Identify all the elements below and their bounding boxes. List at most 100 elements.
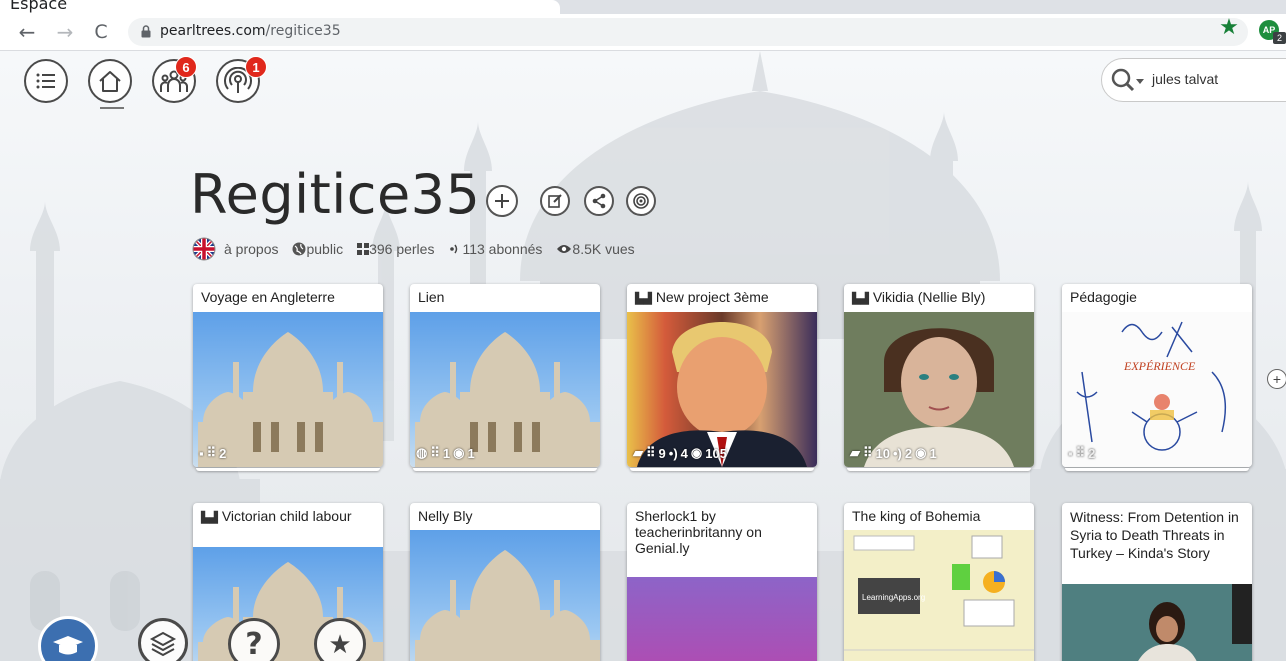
- card-stat-pearls: 2: [219, 445, 227, 461]
- add-button[interactable]: [486, 185, 518, 217]
- card-stats: ◍ ⠿ 1 ◉ 1: [416, 445, 475, 461]
- card-title: Nelly Bly: [418, 508, 473, 524]
- learningapps-label: LearningApps.org: [862, 593, 925, 602]
- layers-button[interactable]: [138, 618, 188, 661]
- learningapps-drawing: LearningApps.org: [844, 535, 1034, 651]
- bookmark-star-icon[interactable]: ★: [1217, 16, 1241, 40]
- pearltree-card[interactable]: The king of Bohemia LearningApps.org: [844, 503, 1034, 661]
- search-box[interactable]: jules talvat: [1101, 58, 1286, 102]
- card-title: Vikidia (Nellie Bly): [872, 289, 986, 305]
- star-icon: ★: [328, 628, 352, 659]
- uk-flag-icon: [192, 237, 216, 261]
- profile-meta: à propos public 396 perles 113 abonnés 8…: [192, 237, 649, 261]
- pearls-icon: ⠿: [1075, 445, 1086, 460]
- palace-image: [410, 312, 600, 467]
- about-link[interactable]: à propos: [192, 237, 278, 261]
- profile-count: 2: [1273, 32, 1286, 44]
- card-stack-edge: [1065, 468, 1249, 471]
- active-tab[interactable]: Espace: [0, 0, 560, 14]
- portrait-woman-drawing: [864, 328, 1014, 467]
- address-bar[interactable]: pearltrees.com/regitice35: [128, 18, 1248, 46]
- url-path: /regitice35: [265, 23, 341, 39]
- pearls-icon: ⠿: [863, 445, 873, 460]
- palace-image: [410, 530, 600, 661]
- signal-icon: [450, 244, 458, 254]
- home-button[interactable]: [88, 59, 132, 103]
- card-title: Victorian child labour: [221, 508, 352, 524]
- share-icon: [592, 193, 606, 209]
- edit-icon: [548, 194, 562, 208]
- pearltree-card[interactable]: Witness: From Detention in Syria to Deat…: [1062, 503, 1252, 661]
- follow-button[interactable]: [626, 186, 656, 216]
- sketch-image: EXPÉRIENCE: [1062, 312, 1252, 467]
- friends-badge: 6: [175, 56, 197, 78]
- reload-icon[interactable]: C: [88, 19, 114, 45]
- learningapps-image: LearningApps.org: [844, 530, 1034, 661]
- about-label: à propos: [224, 241, 279, 257]
- graduation-icon: ▰: [633, 445, 643, 460]
- pearltree-card[interactable]: Pédagogie EXPÉRIENCE ▪ ⠿ 2: [1062, 284, 1252, 467]
- share-button[interactable]: [584, 186, 614, 216]
- card-title: New project 3ème: [655, 289, 769, 305]
- pearltree-card[interactable]: Sherlock1 by teacherinbritanny on Genial…: [627, 503, 817, 661]
- home-active-indicator: [100, 107, 124, 109]
- page-title: Regitice35: [190, 163, 481, 226]
- pearltree-card[interactable]: Voyage en Angleterre ▪ ⠿ 2: [193, 284, 383, 467]
- graduation-icon: ▰: [850, 445, 860, 460]
- pearltree-card[interactable]: Nelly Bly: [410, 503, 600, 661]
- graduation-cap-icon: [53, 636, 83, 655]
- team-icon: ▙▟: [201, 512, 218, 524]
- followers-count: 113 abonnés: [448, 241, 542, 257]
- witness-photo-drawing: [1062, 584, 1252, 661]
- eye-icon: ◉: [915, 445, 927, 460]
- target-icon: [633, 193, 649, 209]
- url-domain: pearltrees.com: [160, 23, 266, 39]
- card-title-row: ▙▟ Vikidia (Nellie Bly): [844, 284, 1034, 306]
- globe-icon: ◍: [416, 445, 428, 460]
- pearltree-card[interactable]: ▙▟ Vikidia (Nellie Bly) ▰ ⠿ 10 •) 2 ◉ 1: [844, 284, 1034, 467]
- lock-icon: ▪: [1068, 445, 1073, 461]
- sketch-text: EXPÉRIENCE: [1123, 359, 1196, 373]
- pearls-label: 396 perles: [369, 241, 435, 257]
- favorites-button[interactable]: ★: [314, 618, 366, 661]
- help-button[interactable]: ?: [228, 618, 280, 661]
- views-label: 8.5K vues: [572, 241, 635, 257]
- browser-toolbar: ← → C pearltrees.com/regitice35 ★ AP 2: [0, 14, 1286, 51]
- lock-icon: ▪: [199, 445, 204, 461]
- card-stat-views: 1: [467, 445, 475, 461]
- menu-button[interactable]: [24, 59, 68, 103]
- next-page-button[interactable]: +: [1267, 369, 1286, 389]
- card-stats: ▪ ⠿ 2: [199, 445, 226, 461]
- search-input[interactable]: jules talvat: [1152, 71, 1218, 87]
- pearltrees-page: 6 1 jules talvat Regitice35 à propos pub…: [0, 51, 1286, 661]
- pearls-icon: ⠿: [206, 445, 217, 460]
- card-stat-views: 105: [705, 445, 727, 461]
- card-stats: ▰ ⠿ 9 •) 4 ◉ 105: [633, 445, 727, 461]
- card-title: Witness: From Detention in Syria to Deat…: [1070, 509, 1239, 561]
- back-icon[interactable]: ←: [14, 19, 40, 45]
- card-title: The king of Bohemia: [852, 508, 981, 524]
- portrait-man-drawing: [637, 322, 807, 467]
- card-title-row: ▙▟ Victorian child labour: [193, 503, 383, 547]
- card-stack-edge: [847, 468, 1031, 471]
- card-stat-followers: 2: [904, 445, 913, 461]
- palace-drawing: [415, 550, 600, 661]
- card-stat-pearls: 2: [1088, 445, 1096, 461]
- plus-icon: +: [1272, 371, 1282, 387]
- forward-icon[interactable]: →: [52, 19, 78, 45]
- card-stat-pearls: 9: [658, 445, 666, 461]
- tab-title: Espace: [10, 0, 68, 13]
- palace-drawing: [415, 332, 600, 467]
- photo-image: [1062, 584, 1252, 661]
- views-count: 8.5K vues: [556, 241, 635, 257]
- pearltree-card[interactable]: ▙▟ New project 3ème ▰ ⠿ 9 •) 4 ◉ 105: [627, 284, 817, 467]
- card-title-row: ▙▟ New project 3ème: [627, 284, 817, 306]
- card-stats: ▰ ⠿ 10 •) 2 ◉ 1: [850, 445, 937, 461]
- visibility-info: public: [292, 241, 343, 257]
- pearls-icon: ⠿: [430, 445, 440, 460]
- globe-icon: [292, 242, 306, 256]
- signal-icon: •): [893, 445, 902, 461]
- pearltree-card[interactable]: Lien ◍ ⠿ 1 ◉ 1: [410, 284, 600, 467]
- edit-button[interactable]: [540, 186, 570, 216]
- layers-icon: [149, 631, 177, 657]
